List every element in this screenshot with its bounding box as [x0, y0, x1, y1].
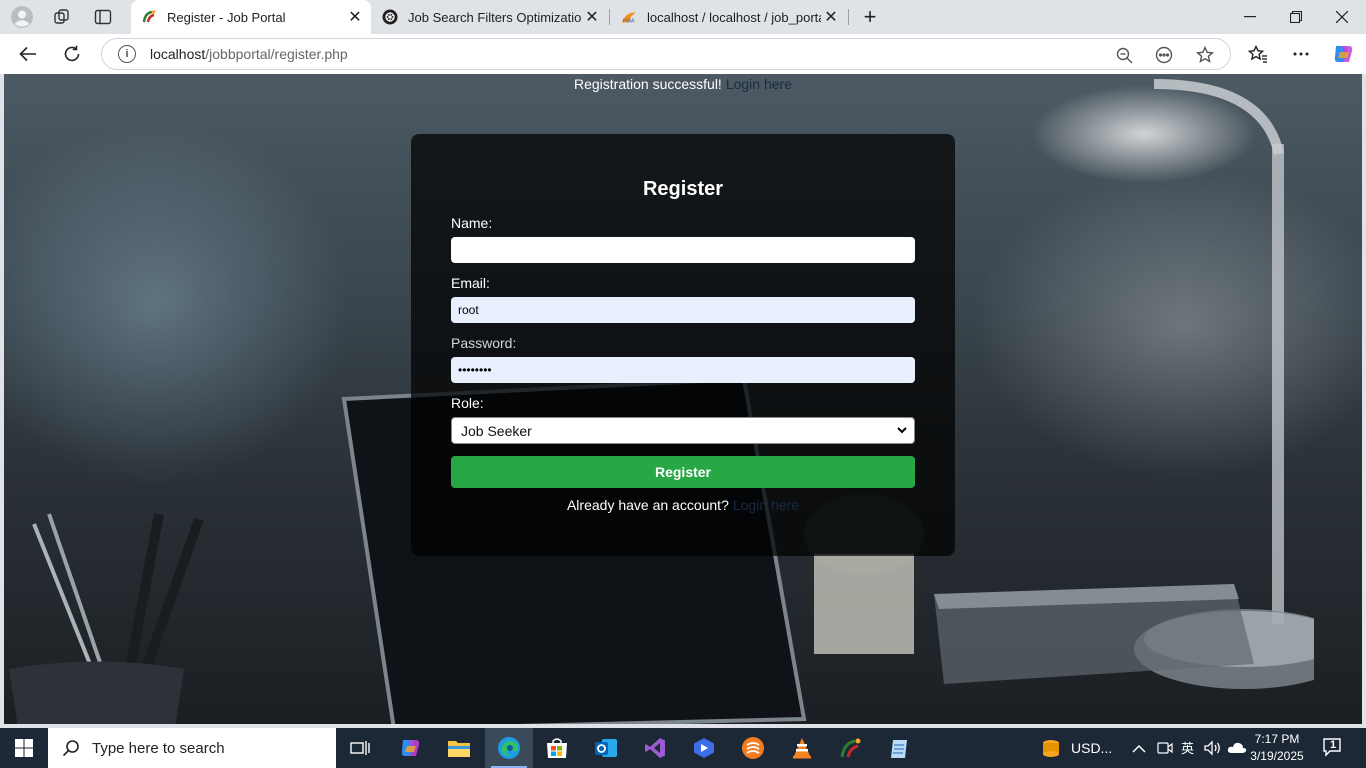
- chatgpt-favicon-icon: [382, 9, 398, 25]
- settings-more-icon[interactable]: [1285, 38, 1317, 70]
- restore-window-button[interactable]: [1273, 0, 1319, 34]
- notification-count: 1: [1330, 739, 1337, 751]
- search-icon: [62, 739, 80, 757]
- login-link[interactable]: Login here: [733, 497, 799, 513]
- svg-text:英: 英: [1181, 742, 1194, 756]
- favorite-star-icon[interactable]: [1195, 45, 1215, 65]
- clock-date: 3/19/2025: [1250, 749, 1304, 763]
- phpmyadmin-favicon-icon: PMA: [621, 9, 637, 25]
- close-window-button[interactable]: [1319, 0, 1365, 34]
- browser-tab-strip: Register - Job Portal ✕ Job Search Filte…: [0, 0, 1366, 34]
- new-tab-button[interactable]: +: [856, 4, 884, 30]
- tab-register-job-portal[interactable]: Register - Job Portal ✕: [131, 0, 371, 34]
- name-field[interactable]: [451, 237, 915, 263]
- page-viewport: Registration successful! Login here Regis…: [4, 74, 1362, 724]
- sublime-text-icon[interactable]: [729, 728, 777, 768]
- role-label: Role:: [451, 395, 484, 411]
- tab-phpmyadmin[interactable]: PMA localhost / localhost / job_portal /…: [611, 0, 847, 34]
- url-text: localhost/jobbportal/register.php: [150, 46, 348, 62]
- tab-title: localhost / localhost / job_portal /: [647, 9, 821, 25]
- minimize-window-button[interactable]: [1227, 0, 1273, 34]
- tab-divider: [848, 9, 849, 25]
- registration-flash-message: Registration successful! Login here: [4, 76, 1362, 92]
- edge-browser-icon[interactable]: [485, 728, 533, 768]
- tab-title: Register - Job Portal: [167, 9, 286, 25]
- role-selected-value: Job Seeker: [461, 422, 532, 439]
- copilot-icon[interactable]: [1327, 38, 1359, 70]
- search-placeholder: Type here to search: [92, 739, 225, 757]
- job-portal-favicon-icon: [141, 9, 157, 25]
- chevron-up-icon[interactable]: [1132, 741, 1146, 759]
- password-label: Password:: [451, 335, 517, 351]
- email-label: Email:: [451, 275, 490, 291]
- notification-icon[interactable]: 1: [1322, 736, 1346, 760]
- task-view-icon[interactable]: [336, 728, 384, 768]
- close-tab-icon[interactable]: ✕: [821, 7, 841, 27]
- read-aloud-icon[interactable]: [1154, 45, 1174, 65]
- login-prompt: Already have an account? Login here: [451, 497, 915, 513]
- input-method-icon[interactable]: 英: [1181, 740, 1197, 761]
- tab-title: Job Search Filters Optimization: [408, 9, 582, 25]
- register-button[interactable]: Register: [451, 456, 915, 488]
- svg-text:PMA: PMA: [623, 18, 635, 24]
- zoom-out-icon[interactable]: [1114, 45, 1134, 65]
- vertical-tabs-icon[interactable]: [86, 4, 120, 30]
- favorites-icon[interactable]: [1242, 38, 1274, 70]
- background-pens-image: [9, 513, 204, 724]
- profile-avatar-icon[interactable]: [5, 4, 39, 30]
- volume-icon[interactable]: [1204, 740, 1222, 761]
- password-field[interactable]: [451, 357, 915, 383]
- microsoft-store-icon[interactable]: [533, 728, 581, 768]
- clock-time: 7:17 PM: [1254, 732, 1300, 746]
- visual-studio-icon[interactable]: [631, 728, 679, 768]
- site-info-icon[interactable]: i: [118, 45, 136, 63]
- copilot-taskbar-icon[interactable]: [386, 728, 434, 768]
- weather-widget-text[interactable]: USD...: [1071, 740, 1112, 756]
- outlook-icon[interactable]: [582, 728, 630, 768]
- windows-start-icon[interactable]: [0, 728, 48, 768]
- already-account-text: Already have an account?: [566, 497, 729, 513]
- close-tab-icon[interactable]: ✕: [345, 7, 365, 27]
- flash-login-link[interactable]: Login here: [726, 76, 792, 92]
- vlc-icon[interactable]: [778, 728, 826, 768]
- taskbar-search-box[interactable]: Type here to search: [48, 728, 336, 768]
- name-label: Name:: [451, 215, 493, 231]
- power-automate-icon[interactable]: [680, 728, 728, 768]
- weather-stock-icon[interactable]: [1040, 737, 1062, 764]
- system-clock[interactable]: 7:17 PM 3/19/2025: [1248, 731, 1306, 765]
- file-explorer-icon[interactable]: [435, 728, 483, 768]
- onedrive-cloud-icon[interactable]: [1227, 741, 1247, 759]
- role-select[interactable]: Job Seeker: [451, 417, 915, 444]
- flash-text: Registration successful!: [573, 76, 722, 92]
- browser-toolbar: i localhost/jobbportal/register.php: [0, 34, 1366, 74]
- workspaces-icon[interactable]: [45, 4, 79, 30]
- register-form-card: Register Name: Email: Password: Role: Jo…: [411, 134, 955, 556]
- background-books-image: [934, 584, 1254, 684]
- notepad-icon[interactable]: [876, 728, 924, 768]
- back-arrow-icon[interactable]: [12, 38, 44, 70]
- refresh-icon[interactable]: [56, 38, 88, 70]
- email-field[interactable]: [451, 297, 915, 323]
- job-portal-app-icon[interactable]: [827, 728, 875, 768]
- form-title: Register: [642, 178, 724, 200]
- meet-now-icon[interactable]: [1157, 740, 1173, 761]
- tab-job-search-filters[interactable]: Job Search Filters Optimization ✕: [372, 0, 608, 34]
- tab-divider: [609, 9, 610, 25]
- chevron-down-icon: [896, 423, 908, 440]
- windows-taskbar: Type here to search USD... 英 7:17 PM 3/1…: [0, 728, 1366, 768]
- close-tab-icon[interactable]: ✕: [582, 7, 602, 27]
- address-bar[interactable]: i localhost/jobbportal/register.php: [101, 38, 1231, 70]
